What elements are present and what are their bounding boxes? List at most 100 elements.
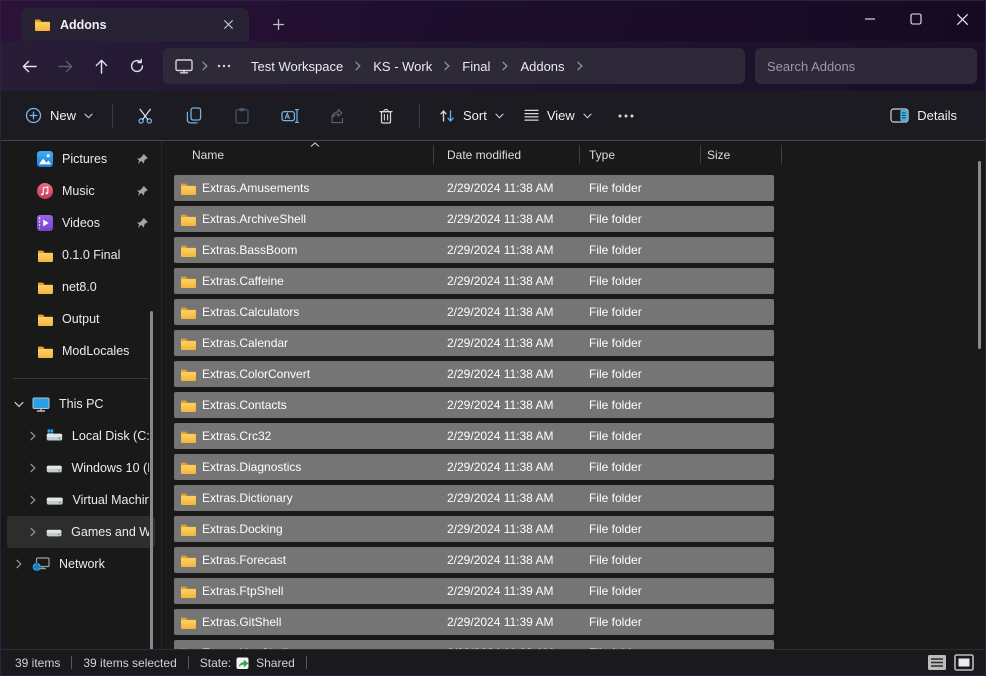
- new-tab-button[interactable]: [265, 11, 291, 37]
- chevron-right-icon[interactable]: [27, 463, 38, 473]
- file-date-modified: 2/29/2024 11:38 AM: [447, 460, 589, 474]
- sidebar-item-this-pc[interactable]: This PC: [7, 388, 155, 420]
- sidebar-item-videos[interactable]: Videos: [7, 207, 155, 239]
- sidebar-item-virtual-machines-drive[interactable]: Virtual Machin: [7, 484, 155, 516]
- file-row-selected[interactable]: Extras.ColorConvert 2/29/2024 11:38 AM F…: [174, 361, 774, 387]
- this-pc-icon[interactable]: [175, 59, 193, 74]
- file-name: Extras.Diagnostics: [202, 460, 447, 474]
- sidebar-item-network[interactable]: Network: [7, 548, 155, 580]
- sidebar-item-folder[interactable]: net8.0: [7, 271, 155, 303]
- more-options-button[interactable]: [606, 98, 646, 134]
- chevron-right-icon[interactable]: [27, 431, 38, 441]
- close-button[interactable]: [939, 1, 985, 37]
- back-button[interactable]: [11, 49, 47, 83]
- file-list-scrollbar[interactable]: [978, 161, 981, 349]
- cut-button[interactable]: [126, 98, 166, 134]
- maximize-button[interactable]: [893, 1, 939, 37]
- breadcrumb-segment-label[interactable]: Test Workspace: [249, 56, 345, 77]
- details-pane-button[interactable]: Details: [880, 101, 967, 130]
- file-row-selected[interactable]: Extras.Docking 2/29/2024 11:38 AM File f…: [174, 516, 774, 542]
- column-header-size[interactable]: Size: [701, 141, 782, 169]
- file-list: Extras.Amusements 2/29/2024 11:38 AM Fil…: [162, 169, 985, 649]
- chevron-right-icon[interactable]: [502, 61, 508, 71]
- chevron-right-icon[interactable]: [27, 495, 38, 505]
- tab-title: Addons: [60, 18, 107, 32]
- sidebar-item-windows10-drive[interactable]: Windows 10 (D: [7, 452, 155, 484]
- details-pane-label: Details: [917, 108, 957, 123]
- file-row-selected[interactable]: Extras.Forecast 2/29/2024 11:38 AM File …: [174, 547, 774, 573]
- file-row-selected[interactable]: Extras.Calculators 2/29/2024 11:38 AM Fi…: [174, 299, 774, 325]
- column-header-type[interactable]: Type: [580, 141, 701, 169]
- file-date-modified: 2/29/2024 11:38 AM: [447, 398, 589, 412]
- column-header-date-modified[interactable]: Date modified: [434, 141, 580, 169]
- sidebar-item-pictures[interactable]: Pictures: [7, 143, 155, 175]
- sort-button[interactable]: Sort: [429, 101, 514, 131]
- chevron-right-icon[interactable]: [13, 559, 24, 569]
- paste-icon: [235, 107, 249, 124]
- chevron-right-icon[interactable]: [355, 61, 361, 71]
- sidebar-item-folder[interactable]: Output: [7, 303, 155, 335]
- explorer-tab[interactable]: Addons: [21, 8, 249, 41]
- toolbar-divider: [419, 104, 420, 128]
- column-header-name[interactable]: Name: [174, 141, 434, 169]
- file-name: Extras.Calendar: [202, 336, 447, 350]
- file-row-selected[interactable]: Extras.HttpShell 2/29/2024 11:39 AM File…: [174, 640, 774, 649]
- file-row-selected[interactable]: Extras.BassBoom 2/29/2024 11:38 AM File …: [174, 237, 774, 263]
- file-name: Extras.ArchiveShell: [202, 212, 447, 226]
- file-type: File folder: [589, 367, 774, 381]
- file-row-selected[interactable]: Extras.Amusements 2/29/2024 11:38 AM Fil…: [174, 175, 774, 201]
- copy-button[interactable]: [174, 98, 214, 134]
- sidebar-scrollbar[interactable]: [150, 311, 153, 649]
- folder-icon: [180, 275, 196, 288]
- file-row-selected[interactable]: Extras.Calendar 2/29/2024 11:38 AM File …: [174, 330, 774, 356]
- navigation-sidebar: Pictures Music: [1, 141, 161, 649]
- file-row-selected[interactable]: Extras.Diagnostics 2/29/2024 11:38 AM Fi…: [174, 454, 774, 480]
- chevron-right-icon[interactable]: [444, 61, 450, 71]
- sidebar-item-games-drive[interactable]: Games and Wo: [7, 516, 155, 548]
- view-button[interactable]: View: [514, 101, 602, 130]
- details-pane-icon: [890, 108, 909, 123]
- file-date-modified: 2/29/2024 11:38 AM: [447, 336, 589, 350]
- chevron-right-icon[interactable]: [577, 61, 583, 71]
- breadcrumb-segment-label[interactable]: KS - Work: [371, 56, 434, 77]
- file-row-selected[interactable]: Extras.ArchiveShell 2/29/2024 11:38 AM F…: [174, 206, 774, 232]
- breadcrumb-segment-label[interactable]: Final: [460, 56, 492, 77]
- details-view-button[interactable]: [926, 653, 948, 672]
- delete-button[interactable]: [366, 98, 406, 134]
- file-explorer-window: Addons: [0, 0, 986, 676]
- sidebar-item-folder[interactable]: ModLocales: [7, 335, 155, 367]
- sidebar-item-label: Virtual Machin: [72, 493, 149, 507]
- refresh-icon: [129, 58, 145, 74]
- share-button[interactable]: [318, 98, 358, 134]
- breadcrumb-ellipsis-icon[interactable]: [217, 64, 231, 68]
- file-row-selected[interactable]: Extras.Caffeine 2/29/2024 11:38 AM File …: [174, 268, 774, 294]
- file-row-selected[interactable]: Extras.Dictionary 2/29/2024 11:38 AM Fil…: [174, 485, 774, 511]
- paste-button[interactable]: [222, 98, 262, 134]
- folder-icon: [37, 249, 53, 262]
- search-input[interactable]: [767, 59, 965, 74]
- file-date-modified: 2/29/2024 11:39 AM: [447, 615, 589, 629]
- sidebar-item-folder[interactable]: 0.1.0 Final: [7, 239, 155, 271]
- file-row-selected[interactable]: Extras.GitShell 2/29/2024 11:39 AM File …: [174, 609, 774, 635]
- chevron-right-icon[interactable]: [202, 61, 208, 71]
- minimize-button[interactable]: [847, 1, 893, 37]
- close-icon: [956, 13, 969, 26]
- chevron-down-icon[interactable]: [13, 401, 24, 408]
- breadcrumb-segment-label[interactable]: Addons: [518, 56, 566, 77]
- file-row-selected[interactable]: Extras.Crc32 2/29/2024 11:38 AM File fol…: [174, 423, 774, 449]
- large-icons-view-button[interactable]: [953, 653, 975, 672]
- forward-button[interactable]: [47, 49, 83, 83]
- sidebar-item-music[interactable]: Music: [7, 175, 155, 207]
- file-row-selected[interactable]: Extras.FtpShell 2/29/2024 11:39 AM File …: [174, 578, 774, 604]
- plus-circle-icon: [25, 107, 42, 124]
- tab-close-icon[interactable]: [217, 14, 239, 36]
- file-row-selected[interactable]: Extras.Contacts 2/29/2024 11:38 AM File …: [174, 392, 774, 418]
- up-button[interactable]: [83, 49, 119, 83]
- new-button[interactable]: New: [15, 100, 103, 131]
- refresh-button[interactable]: [119, 49, 155, 83]
- chevron-right-icon[interactable]: [27, 527, 38, 537]
- file-date-modified: 2/29/2024 11:38 AM: [447, 367, 589, 381]
- folder-icon: [37, 345, 53, 358]
- sidebar-item-local-disk-c[interactable]: Local Disk (C:): [7, 420, 155, 452]
- rename-button[interactable]: [270, 98, 310, 134]
